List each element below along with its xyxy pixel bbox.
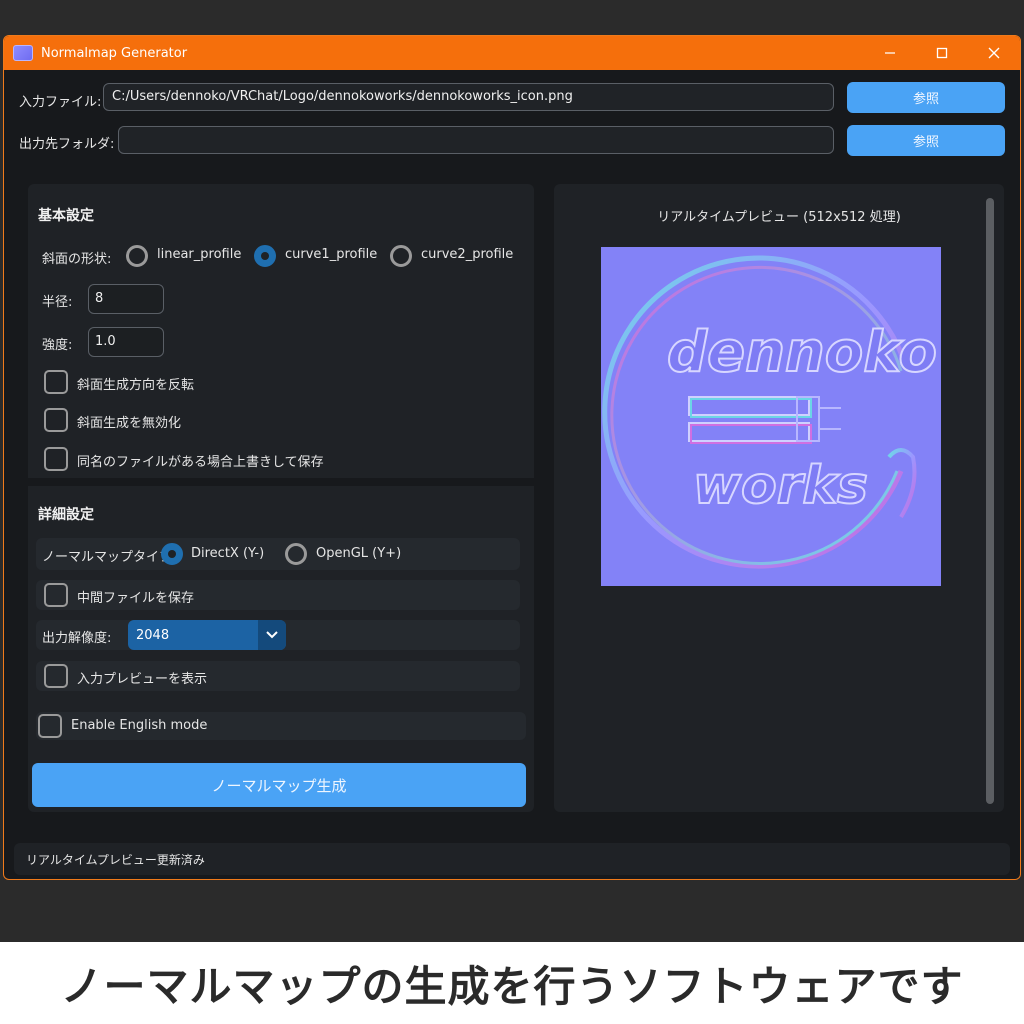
generate-button[interactable]: ノーマルマップ生成 [32, 763, 526, 807]
status-text: リアルタイムプレビュー更新済み [26, 853, 205, 867]
status-bar: リアルタイムプレビュー更新済み [14, 843, 1010, 875]
radio-curve1-profile[interactable] [254, 245, 276, 267]
strength-label: 強度: [42, 338, 73, 353]
radius-input[interactable]: 8 [88, 284, 164, 314]
background-top [0, 0, 1024, 34]
output-folder-label: 出力先フォルダ: [19, 137, 115, 152]
advanced-settings-title: 詳細設定 [38, 507, 94, 523]
show-input-preview-checkbox[interactable] [44, 664, 68, 688]
minimize-button[interactable] [864, 36, 916, 70]
save-intermediate-checkbox[interactable] [44, 583, 68, 607]
disable-bevel-checkbox[interactable] [44, 408, 68, 432]
radio-opengl-label: OpenGL (Y+) [316, 546, 402, 561]
resolution-select[interactable]: 2048 [128, 620, 286, 650]
maximize-button[interactable] [916, 36, 968, 70]
radio-curve2-profile[interactable] [390, 245, 412, 267]
bevel-shape-label: 斜面の形状: [42, 252, 112, 267]
resolution-label: 出力解像度: [42, 631, 112, 646]
english-mode-label: Enable English mode [71, 718, 208, 733]
caption-area: ノーマルマップの生成を行うソフトウェアです [0, 942, 1024, 1024]
radio-directx[interactable] [161, 543, 183, 565]
minimize-icon [885, 52, 895, 54]
title-bar[interactable]: Normalmap Generator [4, 36, 1020, 70]
input-file-field[interactable]: C:/Users/dennoko/VRChat/Logo/dennokowork… [103, 83, 834, 111]
overwrite-label: 同名のファイルがある場合上書きして保存 [77, 455, 324, 470]
preview-image-text-bottom: works [693, 456, 868, 516]
radio-directx-label: DirectX (Y-) [191, 546, 265, 561]
close-icon [988, 47, 1000, 59]
overwrite-checkbox[interactable] [44, 447, 68, 471]
chevron-down-icon[interactable] [258, 620, 286, 650]
radio-opengl[interactable] [285, 543, 307, 565]
input-browse-button[interactable]: 参照 [847, 82, 1005, 113]
preview-title: リアルタイムプレビュー (512x512 処理) [657, 210, 901, 225]
show-input-preview-label: 入力プレビューを表示 [77, 672, 208, 687]
radio-linear-profile[interactable] [126, 245, 148, 267]
output-browse-button[interactable]: 参照 [847, 125, 1005, 156]
input-file-label: 入力ファイル: [19, 95, 102, 110]
radio-linear-profile-label: linear_profile [157, 247, 242, 262]
section-divider [28, 478, 534, 486]
invert-direction-label: 斜面生成方向を反転 [77, 378, 195, 393]
radio-curve1-profile-label: curve1_profile [285, 247, 378, 262]
app-icon [13, 45, 33, 61]
normal-map-preview-image: dennoko works [601, 247, 941, 586]
save-intermediate-label: 中間ファイルを保存 [77, 591, 195, 606]
disable-bevel-label: 斜面生成を無効化 [77, 416, 182, 431]
preview-scrollbar[interactable] [986, 198, 994, 804]
strength-input[interactable]: 1.0 [88, 327, 164, 357]
english-mode-checkbox[interactable] [38, 714, 62, 738]
normal-type-label: ノーマルマップタイプ: [42, 550, 177, 565]
preview-image-text-top: dennoko [667, 320, 937, 385]
normal-map-preview-graphic: dennoko works [602, 255, 938, 569]
maximize-icon [936, 47, 948, 59]
radio-curve2-profile-label: curve2_profile [421, 247, 514, 262]
invert-direction-checkbox[interactable] [44, 370, 68, 394]
output-folder-field[interactable] [118, 126, 834, 154]
close-button[interactable] [968, 36, 1020, 70]
radius-label: 半径: [42, 295, 73, 310]
app-window: Normalmap Generator 入力ファイル: C:/Users/den… [3, 35, 1021, 880]
basic-settings-title: 基本設定 [38, 208, 94, 224]
caption-text: ノーマルマップの生成を行うソフトウェアです [60, 961, 964, 1011]
resolution-value: 2048 [136, 627, 170, 643]
window-title: Normalmap Generator [41, 45, 188, 61]
